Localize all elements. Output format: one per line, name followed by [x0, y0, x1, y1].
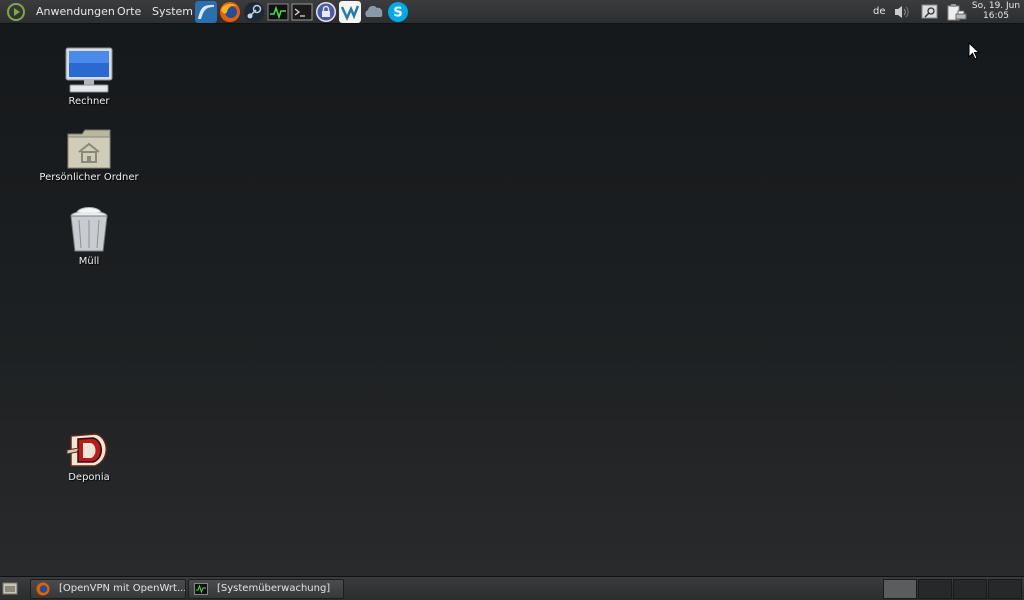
workspace-2[interactable] [918, 579, 952, 599]
taskbar-button-system-monitor[interactable]: [Systemüberwachung] [188, 579, 344, 599]
firefox-icon [36, 582, 50, 596]
network-search-icon[interactable] [921, 3, 939, 21]
system-monitor-icon[interactable] [267, 1, 289, 23]
workspace-1[interactable] [883, 579, 917, 599]
clock-time: 16:05 [983, 11, 1009, 21]
steam-icon[interactable] [243, 1, 265, 23]
home-folder-icon [67, 129, 111, 169]
show-desktop-icon[interactable] [2, 580, 18, 596]
computer-icon [65, 47, 113, 93]
taskbar-button-label: [OpenVPN mit OpenWrt... [59, 583, 186, 594]
taskbar-button-label: [Systemüberwachung] [217, 583, 331, 594]
keepass-lock-icon[interactable] [315, 1, 337, 23]
desktop-icon-trash[interactable]: Müll [34, 206, 144, 267]
workspace-4[interactable] [988, 579, 1022, 599]
menu-system[interactable]: System [152, 4, 193, 20]
top-panel: Anwendungen Orte System S de So, 19. Jun… [0, 0, 1024, 24]
skype-icon[interactable]: S [387, 1, 409, 23]
desktop-icon-label: Deponia [68, 472, 110, 483]
main-menu-icon[interactable] [6, 2, 26, 22]
system-monitor-icon [194, 583, 208, 595]
trash-icon [70, 207, 108, 252]
wireshark-icon[interactable] [195, 1, 217, 23]
desktop-icon-label: Rechner [68, 96, 110, 107]
firefox-icon[interactable] [219, 1, 241, 23]
clock-date: So, 19. Jun [971, 1, 1021, 11]
desktop-icon-label: Persönlicher Ordner [39, 172, 139, 183]
desktop-icon-computer[interactable]: Rechner [34, 46, 144, 107]
mouse-cursor-icon [968, 42, 980, 60]
volume-icon[interactable] [893, 3, 911, 21]
workspace-3[interactable] [953, 579, 987, 599]
keyboard-layout-indicator[interactable]: de [873, 6, 886, 17]
cloud-icon[interactable] [363, 1, 385, 23]
vlc-icon[interactable] [339, 1, 361, 23]
desktop-icon-deponia[interactable]: Deponia [34, 430, 144, 483]
clock[interactable]: So, 19. Jun 16:05 [968, 1, 1024, 22]
deponia-icon [66, 433, 107, 467]
svg-text:S: S [393, 6, 402, 21]
taskbar-button-firefox[interactable]: [OpenVPN mit OpenWrt... [30, 579, 186, 599]
bottom-panel: [OpenVPN mit OpenWrt... [Systemüberwachu… [0, 576, 1024, 600]
desktop-icon-home-folder[interactable]: Persönlicher Ordner [34, 128, 144, 183]
menu-places[interactable]: Orte [117, 4, 141, 20]
desktop-icon-label: Müll [78, 256, 100, 267]
printer-icon[interactable] [955, 10, 967, 22]
menu-applications[interactable]: Anwendungen [36, 4, 115, 20]
terminal-icon[interactable] [291, 1, 313, 23]
